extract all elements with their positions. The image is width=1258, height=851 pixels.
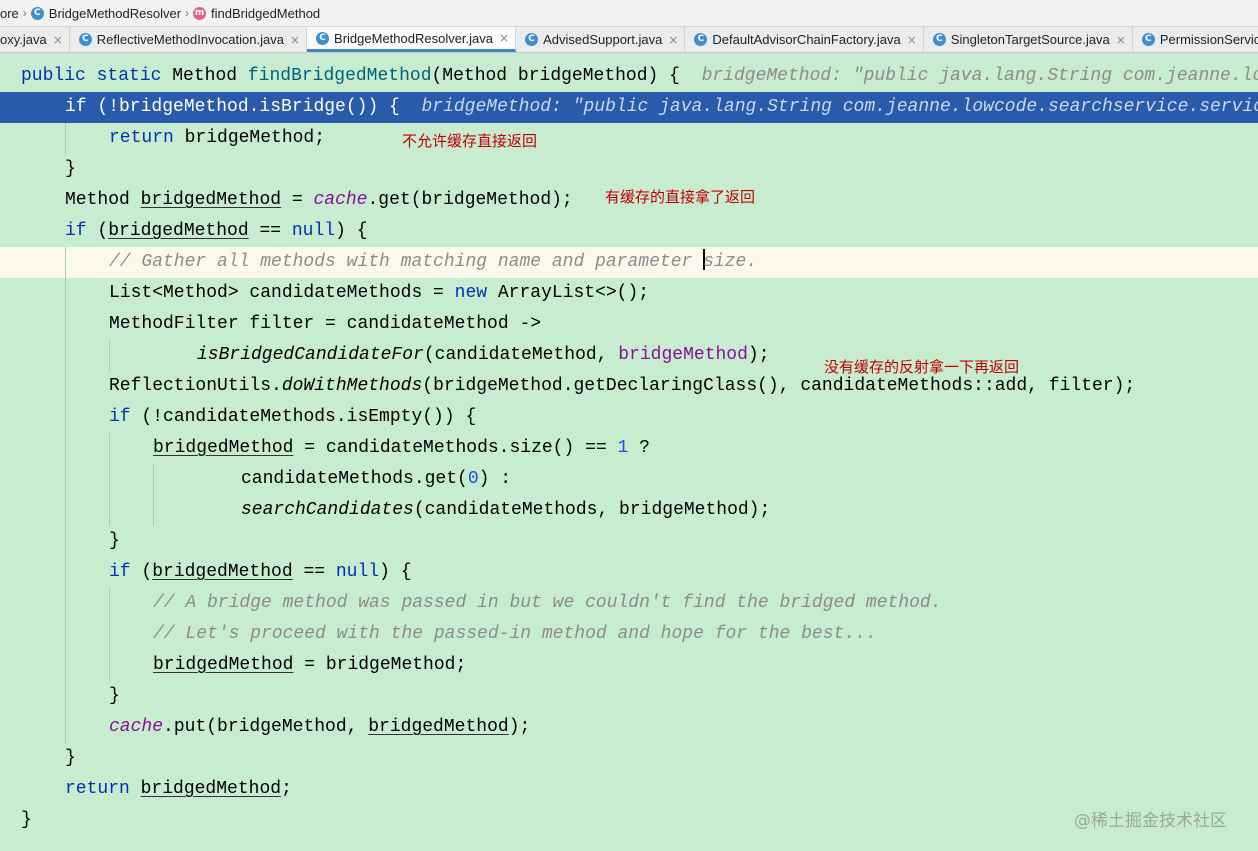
indent-guide [65,619,66,650]
indent-guide [65,123,66,154]
indent-guide [153,464,154,495]
indent-guide [109,433,110,464]
code-line: // A bridge method was passed in but we … [0,588,1258,619]
indent-guide [65,557,66,588]
indent-guide [109,650,110,681]
code-line: if (!candidateMethods.isEmpty()) { [0,402,1258,433]
code-line: if (bridgedMethod == null) { [0,557,1258,588]
close-icon[interactable]: × [53,33,63,47]
class-icon: C [316,31,330,45]
tab-advised-support[interactable]: C AdvisedSupport.java × [516,27,686,52]
indent-guide [65,402,66,433]
tab-singleton-target-source[interactable]: C SingletonTargetSource.java × [924,27,1133,52]
close-icon[interactable]: × [907,33,917,47]
indent-guide [65,433,66,464]
close-icon[interactable]: × [499,31,509,45]
inline-debug-value: bridgeMethod: "public java.lang.String c… [421,97,1258,117]
indent-guide [65,712,66,743]
code-line: MethodFilter filter = candidateMethod -> [0,309,1258,340]
breadcrumb-item-method[interactable]: m findBridgedMethod [193,6,320,21]
indent-guide [65,588,66,619]
annotation-reflect: 没有缓存的反射拿一下再返回 [824,358,1020,376]
indent-guide [65,650,66,681]
annotation-cached: 有缓存的直接拿了返回 [605,188,756,206]
indent-guide [65,309,66,340]
editor-tab-bar: oxy.java × C ReflectiveMethodInvocation.… [0,27,1258,53]
code-line: return bridgedMethod; [65,779,292,799]
indent-guide [65,681,66,712]
code-line: cache.put(bridgeMethod, bridgedMethod); [0,712,1258,743]
code-line: return bridgeMethod; [0,123,1258,154]
indent-guide [65,278,66,309]
indent-guide [109,619,110,650]
indent-guide [65,247,66,278]
code-line: ReflectionUtils.doWithMethods(bridgeMeth… [0,371,1258,402]
chevron-right-icon: › [22,6,27,20]
code-line: } [21,810,32,830]
code-line: } [0,681,1258,712]
class-icon: C [1141,33,1155,46]
class-icon: C [30,6,44,20]
code-line: public static Method findBridgedMethod(M… [0,61,1258,92]
tab-reflective-method-invocation[interactable]: C ReflectiveMethodInvocation.java × [70,27,308,52]
code-line: } [0,526,1258,557]
class-icon: C [525,33,539,46]
code-line: } [65,159,76,179]
indent-guide [65,371,66,402]
class-icon: C [78,33,92,46]
indent-guide [109,340,110,371]
code-line: candidateMethods.get(0) : [0,464,1258,495]
tab-default-advisor-chain-factory[interactable]: C DefaultAdvisorChainFactory.java × [685,27,924,52]
method-icon: m [193,6,207,20]
code-line: List<Method> candidateMethods = new Arra… [0,278,1258,309]
indent-guide [109,464,110,495]
breadcrumb-item-package[interactable]: ore [0,6,19,21]
breadcrumb-item-class[interactable]: C BridgeMethodResolver [30,6,181,21]
close-icon[interactable]: × [1116,33,1126,47]
chevron-right-icon: › [185,6,190,20]
code-line: isBridgedCandidateFor(candidateMethod, b… [0,340,1258,371]
code-line: bridgedMethod = candidateMethods.size() … [0,433,1258,464]
tab-proxy[interactable]: oxy.java × [0,27,70,52]
indent-guide [65,526,66,557]
annotation-no-cache: 不允许缓存直接返回 [402,132,538,150]
indent-guide [65,495,66,526]
code-line-current: // Gather all methods with matching name… [0,247,1258,278]
code-line: bridgedMethod = bridgeMethod; [0,650,1258,681]
close-icon[interactable]: × [668,33,678,47]
breadcrumb: ore › C BridgeMethodResolver › m findBri… [0,0,1258,27]
watermark: @稀土掘金技术社区 [1074,811,1227,831]
indent-guide [65,464,66,495]
code-line: searchCandidates(candidateMethods, bridg… [0,495,1258,526]
code-line: if (bridgedMethod == null) { [65,221,368,241]
tab-permission-service[interactable]: C PermissionService [1133,27,1258,52]
code-line: } [65,748,76,768]
class-icon: C [932,33,946,46]
indent-guide [65,340,66,371]
close-icon[interactable]: × [290,33,300,47]
tab-bridge-method-resolver[interactable]: C BridgeMethodResolver.java × [307,27,517,52]
class-icon: C [694,33,708,46]
code-line: // Let's proceed with the passed-in meth… [0,619,1258,650]
code-line-execution-point: if (!bridgeMethod.isBridge()) { bridgeMe… [0,92,1258,123]
indent-guide [109,588,110,619]
indent-guide [109,495,110,526]
inline-debug-value: bridgeMethod: "public java.lang.String c… [701,66,1258,86]
indent-guide [153,495,154,526]
code-editor[interactable]: public static Method findBridgedMethod(M… [0,54,1258,851]
